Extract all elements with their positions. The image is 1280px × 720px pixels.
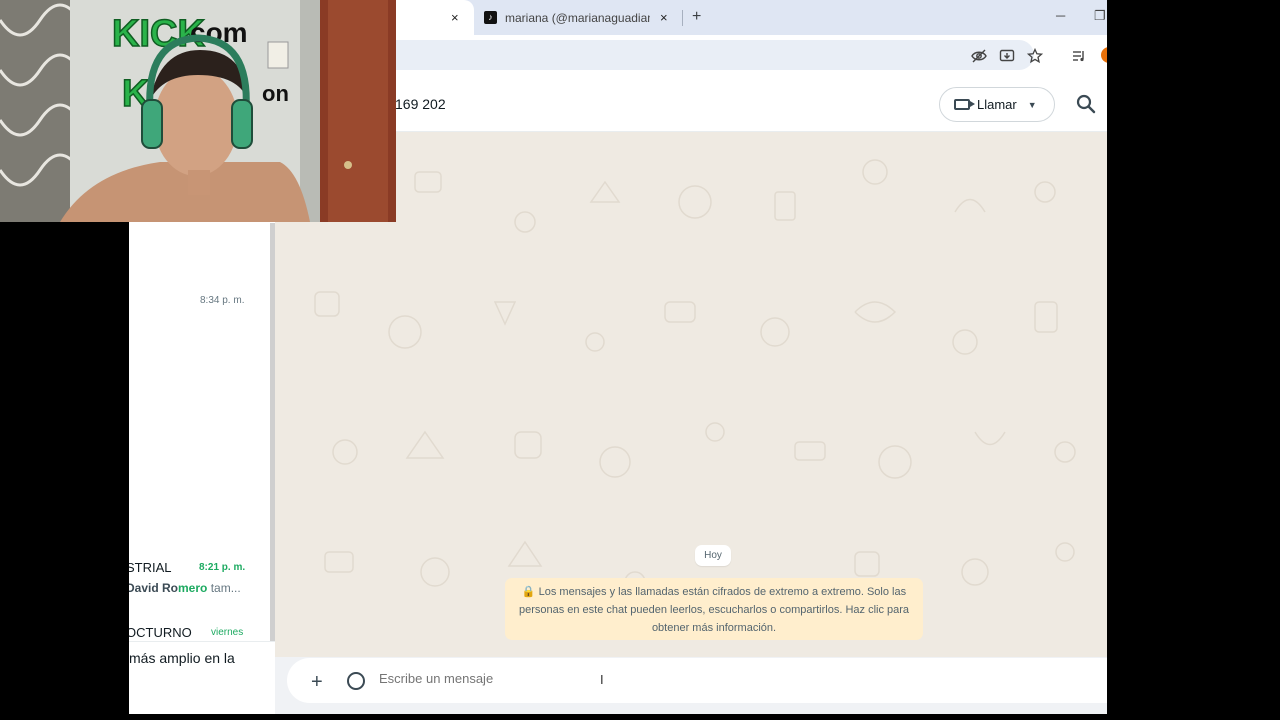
chevron-down-icon: ▼ (1027, 99, 1037, 110)
minimize-button[interactable]: ─ (1056, 8, 1065, 23)
encryption-notice[interactable]: 🔒 Los mensajes y las llamadas están cifr… (505, 578, 923, 640)
composer-box: + I (287, 658, 1107, 703)
video-camera-icon (954, 99, 975, 110)
screen: × ♪ mariana (@marianaguadiamos) × + ─ ❐ (0, 0, 1280, 720)
attach-plus-icon[interactable]: + (311, 671, 323, 694)
search-icon[interactable] (1075, 93, 1097, 115)
chat-time: 8:21 p. m. (199, 562, 246, 573)
close-tab-icon[interactable]: × (451, 10, 459, 25)
bookmark-star-icon[interactable] (1026, 47, 1044, 65)
sticker-icon[interactable] (347, 672, 365, 690)
webcam-overlay: KICK com K on (0, 0, 396, 222)
message-input[interactable] (379, 671, 879, 686)
install-app-icon[interactable] (998, 47, 1016, 65)
tab-title: mariana (@marianaguadiamos) (505, 11, 650, 25)
sidebar-footer: más amplio en la (129, 641, 275, 714)
tab-tiktok[interactable]: ♪ mariana (@marianaguadiamos) × (484, 0, 684, 35)
media-controls-icon[interactable] (1070, 47, 1088, 65)
conversation-header: 169 202 Llamar ▼ (275, 76, 1107, 132)
call-button[interactable]: Llamar ▼ (939, 87, 1055, 122)
call-label: Llamar (977, 97, 1017, 112)
preview-sender-highlight: mero (178, 581, 208, 595)
sign-text: on (262, 81, 289, 106)
close-tab-icon[interactable]: × (660, 10, 668, 25)
chat-name: OCTURNO (129, 625, 192, 637)
chat-name: STRIAL (129, 560, 172, 575)
chat-time: 8:34 p. m. (200, 295, 245, 306)
tab-divider (682, 10, 683, 26)
date-separator: Hoy (695, 545, 731, 566)
conversation-panel: 169 202 Llamar ▼ Hoy 🔒 Los mensajes y la… (275, 76, 1107, 714)
chat-time: viernes (211, 627, 244, 637)
message-composer: + I (275, 657, 1107, 714)
preview-sender: David Ro (129, 581, 179, 595)
preview-text: tam... (207, 581, 241, 595)
tiktok-icon: ♪ (484, 11, 497, 24)
eye-off-icon[interactable] (970, 47, 988, 65)
restore-button[interactable]: ❐ (1094, 8, 1106, 24)
footer-text: más amplio en la (129, 650, 235, 666)
new-tab-button[interactable]: + (692, 8, 701, 26)
contact-name[interactable]: 169 202 (395, 96, 446, 112)
chat-preview: David Romero tam... (129, 581, 241, 595)
text-cursor-icon: I (600, 672, 604, 687)
